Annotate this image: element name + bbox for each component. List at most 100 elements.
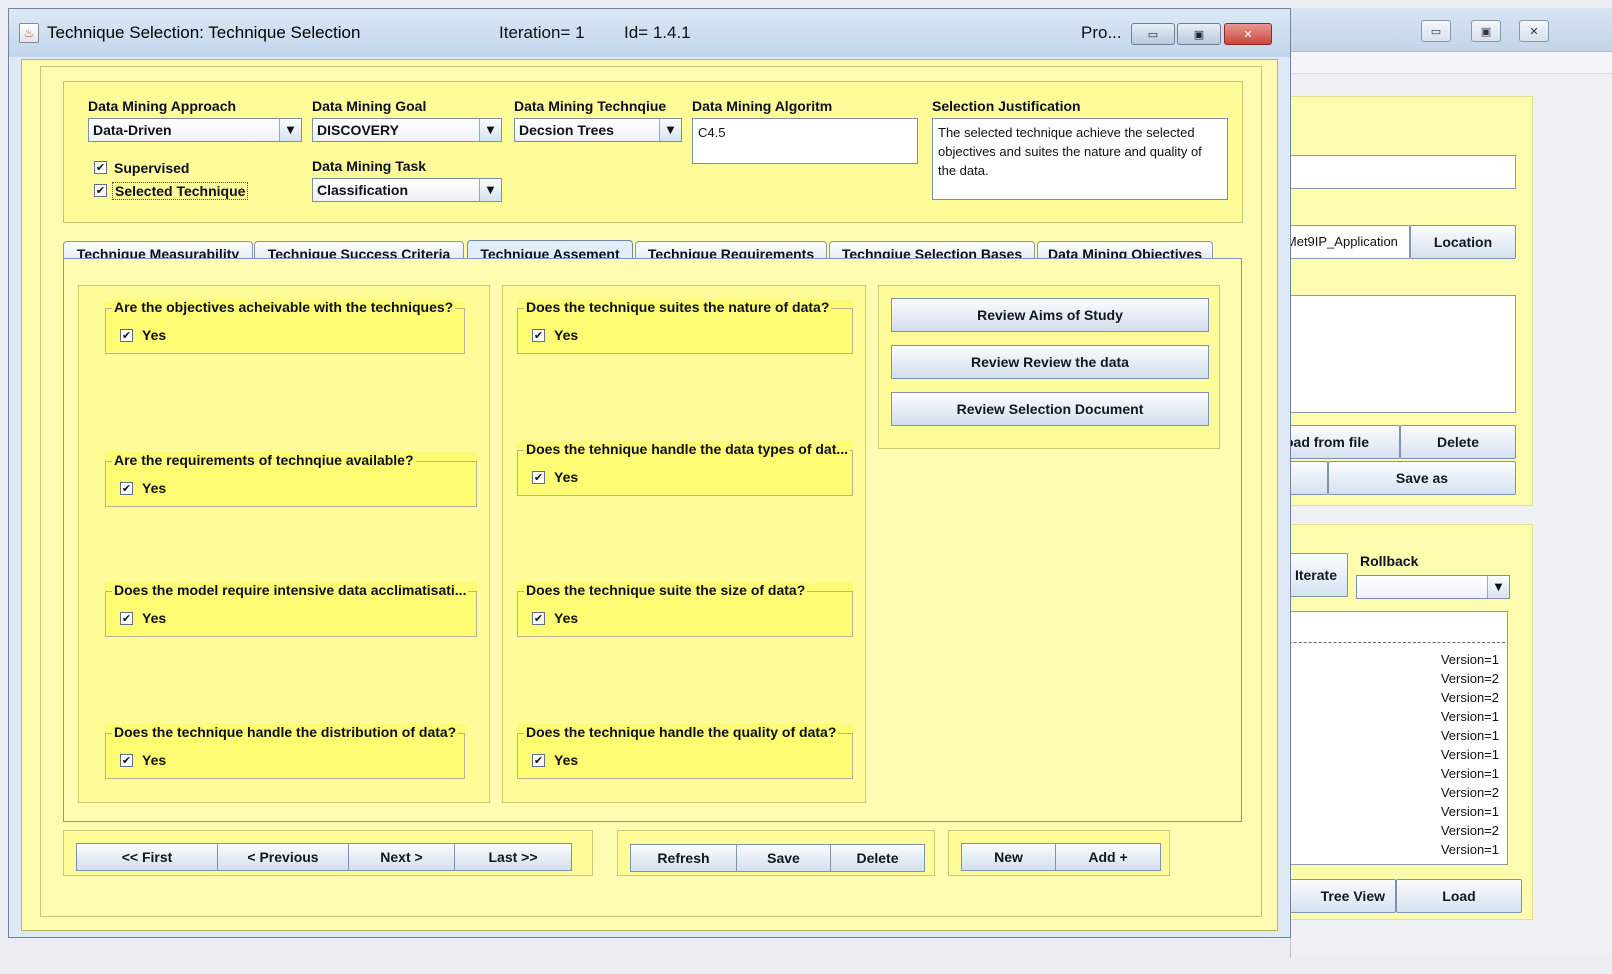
background-application-field[interactable]: iMet9IP_Application	[1282, 225, 1410, 259]
goal-value: DISCOVERY	[317, 122, 399, 138]
list-item[interactable]: Version=2	[1399, 669, 1499, 688]
technique-selection-window: ♨ Technique Selection: Technique Selecti…	[8, 8, 1291, 938]
location-button[interactable]: Location	[1410, 225, 1516, 259]
yes-checkbox[interactable]: ✔	[532, 754, 545, 767]
list-item[interactable]: Version=1	[1399, 840, 1499, 859]
question-title: Does the model require intensive data ac…	[112, 582, 469, 598]
iteration-indicator: Iteration= 1	[499, 23, 585, 42]
save-button[interactable]: Save	[736, 844, 831, 872]
list-item[interactable]: Version=1	[1399, 707, 1499, 726]
version-list[interactable]: n Version=1 Version=2 Version=2 Version=…	[1268, 611, 1508, 865]
minimize-icon[interactable]: ▭	[1131, 23, 1175, 45]
approach-value: Data-Driven	[93, 122, 172, 138]
chevron-down-icon[interactable]: ▼	[279, 119, 301, 141]
background-description-area[interactable]	[1282, 295, 1516, 413]
selected-technique-checkbox[interactable]: ✔	[94, 184, 107, 197]
project-indicator: Pro...	[1081, 23, 1122, 42]
goal-dropdown[interactable]: DISCOVERY ▼	[312, 118, 502, 142]
yes-checkbox[interactable]: ✔	[120, 482, 133, 495]
supervised-checkbox[interactable]: ✔	[94, 161, 107, 174]
new-button[interactable]: New	[961, 843, 1056, 871]
list-item[interactable]: Version=2	[1399, 783, 1499, 802]
question-group: Does the technique handle the quality of…	[517, 724, 853, 779]
refresh-button[interactable]: Refresh	[630, 844, 737, 872]
task-dropdown[interactable]: Classification ▼	[312, 178, 502, 202]
middle-question-column: Does the technique suites the nature of …	[502, 285, 866, 803]
add-button[interactable]: Add +	[1055, 843, 1161, 871]
goal-label: Data Mining Goal	[312, 98, 427, 114]
yes-checkbox[interactable]: ✔	[120, 329, 133, 342]
question-group: Are the objectives acheivable with the t…	[105, 299, 465, 354]
approach-label: Data Mining Approach	[88, 98, 237, 114]
list-item[interactable]: Version=2	[1399, 821, 1499, 840]
background-lower-panel: Iterate Rollback ▼ n Version=1 Version=2…	[1268, 524, 1533, 920]
yes-label: Yes	[554, 469, 579, 485]
chevron-down-icon[interactable]: ▼	[1487, 576, 1509, 598]
background-window: ▭ ▣ ✕ iMet9IP_Application Location Load …	[1268, 8, 1612, 958]
list-item[interactable]: Version=1	[1399, 726, 1499, 745]
technique-label: Data Mining Technqiue	[514, 98, 667, 114]
bg-maximize-icon[interactable]: ▣	[1471, 20, 1501, 42]
load-button[interactable]: Load	[1396, 879, 1522, 913]
close-icon[interactable]: ✕	[1224, 23, 1272, 45]
supervised-label: Supervised	[114, 160, 190, 176]
delete-button[interactable]: Delete	[830, 844, 925, 872]
maximize-icon[interactable]: ▣	[1177, 23, 1221, 45]
question-title: Are the objectives acheivable with the t…	[112, 299, 456, 315]
background-name-field[interactable]	[1282, 155, 1516, 189]
yes-label: Yes	[142, 752, 167, 768]
list-item[interactable]: Version=1	[1399, 745, 1499, 764]
yes-checkbox[interactable]: ✔	[532, 329, 545, 342]
chevron-down-icon[interactable]: ▼	[479, 179, 501, 201]
list-item[interactable]: Version=1	[1399, 764, 1499, 783]
review-aims-button[interactable]: Review Aims of Study	[891, 298, 1209, 332]
chevron-down-icon[interactable]: ▼	[659, 119, 681, 141]
yes-label: Yes	[142, 610, 167, 626]
algorithm-field[interactable]: C4.5	[692, 118, 918, 164]
technique-value: Decsion Trees	[519, 122, 614, 138]
review-data-button[interactable]: Review Review the data	[891, 345, 1209, 379]
list-item[interactable]: Version=2	[1399, 688, 1499, 707]
question-title: Does the tehnique handle the data types …	[524, 441, 851, 457]
algorithm-label: Data Mining Algoritm	[692, 98, 833, 114]
previous-button[interactable]: < Previous	[217, 843, 349, 871]
review-panel: Review Aims of Study Review Review the d…	[878, 285, 1220, 449]
justification-label: Selection Justification	[932, 98, 1081, 114]
window-titlebar: ♨ Technique Selection: Technique Selecti…	[9, 9, 1290, 57]
yes-checkbox[interactable]: ✔	[532, 471, 545, 484]
yes-checkbox[interactable]: ✔	[532, 612, 545, 625]
justification-textarea[interactable]: The selected technique achieve the selec…	[932, 118, 1228, 200]
bg-delete-button[interactable]: Delete	[1400, 425, 1516, 459]
left-question-column: Are the objectives acheivable with the t…	[78, 285, 490, 803]
id-indicator: Id= 1.4.1	[624, 23, 691, 42]
question-title: Does the technique handle the distributi…	[112, 724, 459, 740]
window-title: Technique Selection: Technique Selection	[47, 23, 361, 42]
review-selection-document-button[interactable]: Review Selection Document	[891, 392, 1209, 426]
bg-close-icon[interactable]: ✕	[1519, 20, 1549, 42]
first-button[interactable]: << First	[76, 843, 218, 871]
yes-checkbox[interactable]: ✔	[120, 754, 133, 767]
technique-dropdown[interactable]: Decsion Trees ▼	[514, 118, 682, 142]
java-app-icon[interactable]: ♨	[19, 23, 39, 43]
list-item[interactable]: Version=1	[1399, 802, 1499, 821]
next-button[interactable]: Next >	[348, 843, 455, 871]
yes-checkbox[interactable]: ✔	[120, 612, 133, 625]
question-title: Does the technique handle the quality of…	[524, 724, 839, 740]
list-item[interactable]: Version=1	[1399, 650, 1499, 669]
question-group: Does the model require intensive data ac…	[105, 582, 477, 637]
bg-minimize-icon[interactable]: ▭	[1421, 20, 1451, 42]
question-title: Are the requirements of technqiue availa…	[112, 452, 416, 468]
version-entries: Version=1 Version=2 Version=2 Version=1 …	[1399, 650, 1499, 859]
approach-dropdown[interactable]: Data-Driven ▼	[88, 118, 302, 142]
record-navigation-group: << First < Previous Next > Last >>	[63, 830, 593, 876]
yes-label: Yes	[554, 327, 579, 343]
save-as-button[interactable]: Save as	[1328, 461, 1516, 495]
yes-label: Yes	[142, 480, 167, 496]
question-group: Does the technique suite the size of dat…	[517, 582, 853, 637]
last-button[interactable]: Last >>	[454, 843, 572, 871]
selected-technique-label: Selected Technique	[112, 182, 249, 200]
yes-label: Yes	[142, 327, 167, 343]
rollback-dropdown[interactable]: ▼	[1356, 575, 1510, 599]
chevron-down-icon[interactable]: ▼	[479, 119, 501, 141]
background-titlebar: ▭ ▣ ✕	[1291, 8, 1612, 52]
